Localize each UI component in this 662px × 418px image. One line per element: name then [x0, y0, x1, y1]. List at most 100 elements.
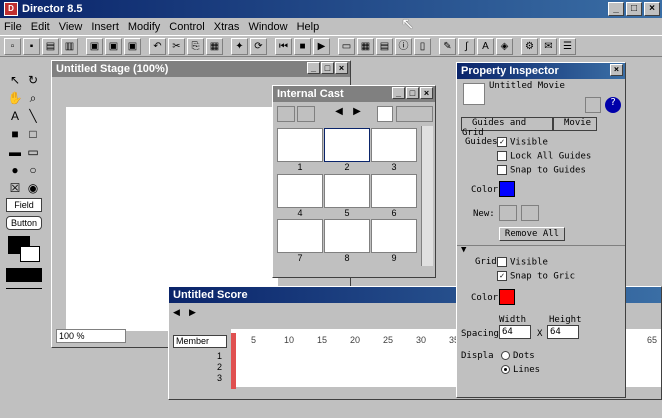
list-view-icon[interactable] [585, 97, 601, 113]
cast-cell[interactable]: 2 [324, 128, 370, 173]
score-prev-icon[interactable]: ◀ [173, 307, 187, 319]
grid-height-field[interactable]: 64 [547, 325, 579, 339]
field-tool[interactable]: Field [6, 198, 42, 212]
menu-view[interactable]: View [59, 21, 83, 33]
find-icon[interactable]: ✦ [231, 37, 248, 55]
import-icon[interactable]: ▥ [61, 37, 78, 55]
playhead[interactable] [231, 333, 236, 389]
cast-maximize-button[interactable]: □ [406, 87, 419, 99]
cast-titlebar[interactable]: Internal Cast _ □ × [273, 86, 435, 102]
checkbox-tool-icon[interactable]: ☒ [6, 180, 24, 196]
inspector-titlebar[interactable]: Property Inspector × [457, 63, 625, 79]
filled-rect-icon[interactable]: ■ [6, 126, 24, 142]
rotate-tool-icon[interactable]: ↻ [24, 72, 42, 88]
save-all-icon[interactable]: ▣ [105, 37, 122, 55]
cast-close-button[interactable]: × [420, 87, 433, 99]
zoom-tool-icon[interactable]: ⌕ [24, 90, 42, 106]
stage-close-button[interactable]: × [335, 62, 348, 74]
restore-button[interactable]: □ [626, 2, 642, 16]
stage-window-icon[interactable]: ▭ [338, 37, 355, 55]
score-next-icon[interactable]: ▶ [189, 307, 203, 319]
cast-list-icon[interactable] [297, 106, 315, 122]
cut-icon[interactable]: ✂ [168, 37, 185, 55]
menu-window[interactable]: Window [248, 21, 287, 33]
undo-icon[interactable]: ↶ [149, 37, 166, 55]
cast-member-name-field[interactable] [396, 106, 433, 122]
hand-tool-icon[interactable]: ✋ [6, 90, 24, 106]
menu-edit[interactable]: Edit [31, 21, 50, 33]
channel-number[interactable]: 1 [217, 351, 222, 362]
tab-guides-and-grid[interactable]: Guides and Grid [461, 117, 553, 138]
cast-cell[interactable]: 1 [277, 128, 323, 173]
round-rect-icon[interactable]: ▭ [24, 144, 42, 160]
rewind-icon[interactable]: ⏮ [275, 37, 292, 55]
save-compact-icon[interactable]: ▣ [124, 37, 141, 55]
stage-maximize-button[interactable]: □ [321, 62, 334, 74]
paint-icon[interactable]: ✎ [439, 37, 456, 55]
score-display-select[interactable]: Member [173, 335, 227, 348]
behavior-icon[interactable]: ⚙ [521, 37, 538, 55]
menu-modify[interactable]: Modify [128, 21, 160, 33]
library-icon[interactable]: ▯ [414, 37, 431, 55]
pattern-swatch[interactable] [6, 268, 42, 282]
menu-xtras[interactable]: Xtras [214, 21, 240, 33]
inspector-close-button[interactable]: × [610, 64, 623, 76]
button-tool[interactable]: Button [6, 216, 42, 230]
cast-cell[interactable]: 3 [371, 128, 417, 173]
zoom-select[interactable]: 100 % [56, 329, 126, 343]
channel-number[interactable]: 3 [217, 373, 222, 384]
save-icon[interactable]: ▣ [86, 37, 103, 55]
snap-guides-checkbox[interactable]: Snap to Guides [497, 165, 586, 176]
cast-window-icon[interactable]: ▦ [357, 37, 374, 55]
channel-number[interactable]: 2 [217, 362, 222, 373]
new-cast-icon[interactable]: ▪ [23, 37, 40, 55]
rect-icon[interactable]: □ [24, 126, 42, 142]
new-vertical-guide[interactable] [521, 205, 539, 221]
help-icon[interactable]: ? [605, 97, 621, 113]
grid-width-field[interactable]: 64 [499, 325, 531, 339]
cast-cell[interactable]: 9 [371, 219, 417, 264]
stage-minimize-button[interactable]: _ [307, 62, 320, 74]
remove-all-button[interactable]: Remove All [499, 227, 565, 241]
arrow-tool-icon[interactable]: ↖ [6, 72, 24, 88]
text-tool-icon[interactable]: A [6, 108, 24, 124]
line-width-selector[interactable] [6, 288, 42, 328]
text-icon[interactable]: A [477, 37, 494, 55]
inspector-icon[interactable]: ⓘ [395, 37, 412, 55]
radio-tool-icon[interactable]: ◉ [24, 180, 42, 196]
cast-cell[interactable]: 5 [324, 174, 370, 219]
dots-radio[interactable]: Dots [501, 351, 535, 361]
cast-prev-icon[interactable]: ◀ [331, 106, 347, 122]
new-movie-icon[interactable]: ▫ [4, 37, 21, 55]
close-button[interactable]: × [644, 2, 660, 16]
cast-view-icon[interactable] [277, 106, 295, 122]
menu-file[interactable]: File [4, 21, 22, 33]
ellipse-icon[interactable]: ○ [24, 162, 42, 178]
menu-control[interactable]: Control [169, 21, 204, 33]
cast-cell[interactable]: 7 [277, 219, 323, 264]
grid-color-swatch[interactable] [499, 289, 515, 305]
menu-insert[interactable]: Insert [91, 21, 119, 33]
cast-minimize-button[interactable]: _ [392, 87, 405, 99]
lines-radio[interactable]: Lines [501, 365, 540, 375]
cast-scrollbar[interactable] [421, 126, 433, 266]
expand-arrow-icon[interactable]: ▼ [461, 245, 466, 255]
new-horizontal-guide[interactable] [499, 205, 517, 221]
minimize-button[interactable]: _ [608, 2, 624, 16]
stop-icon[interactable]: ■ [294, 37, 311, 55]
filled-ellipse-icon[interactable]: ● [6, 162, 24, 178]
guide-color-swatch[interactable] [499, 181, 515, 197]
play-icon[interactable]: ▶ [313, 37, 330, 55]
paste-icon[interactable]: ▦ [206, 37, 223, 55]
script-icon[interactable]: ☰ [559, 37, 576, 55]
guides-visible-checkbox[interactable]: ✓ Visible [497, 137, 548, 148]
cast-cell[interactable]: 8 [324, 219, 370, 264]
line-tool-icon[interactable]: ╲ [24, 108, 42, 124]
snap-grid-checkbox[interactable]: ✓ Snap to Gric [497, 271, 575, 282]
message-icon[interactable]: ✉ [540, 37, 557, 55]
exchange-icon[interactable]: ⟳ [250, 37, 267, 55]
shockwave-icon[interactable]: ◈ [496, 37, 513, 55]
cast-cell[interactable]: 4 [277, 174, 323, 219]
stage-titlebar[interactable]: Untitled Stage (100%) _ □ × [52, 61, 350, 77]
lock-guides-checkbox[interactable]: Lock All Guides [497, 151, 591, 162]
